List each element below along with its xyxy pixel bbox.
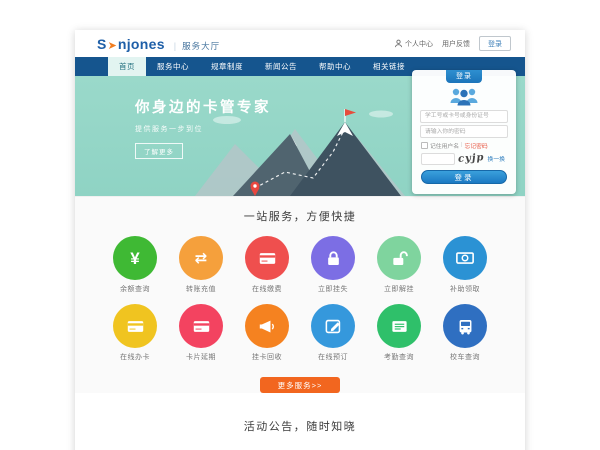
- transfer-arrows-icon: ⇄: [179, 236, 223, 280]
- header-login-button[interactable]: 登录: [479, 36, 511, 51]
- service-item-2[interactable]: 在线缴费: [245, 236, 290, 301]
- header-links: 个人中心 用户反馈 登录: [394, 36, 511, 51]
- attendance-list-icon: [377, 304, 421, 348]
- unlocked-padlock-icon: [377, 236, 421, 280]
- service-label: 考勤查询: [384, 352, 414, 362]
- options-separator: |: [461, 142, 463, 148]
- service-label: 在线预订: [318, 352, 348, 362]
- nav-item-2[interactable]: 规章制度: [200, 57, 254, 76]
- nav-item-0[interactable]: 首页: [108, 57, 146, 76]
- hero-banner: 你身边的卡管专家 提供服务一步到位 了解更多 登录: [75, 76, 525, 196]
- service-label: 挂卡回收: [252, 352, 282, 362]
- service-label: 余额查询: [120, 284, 150, 294]
- announcement-column-1: 使用指南更多>>: [307, 446, 515, 450]
- bank-card-icon: [113, 304, 157, 348]
- services-title: 一站服务，方便快捷: [75, 208, 525, 224]
- personal-center-label: 个人中心: [405, 39, 433, 49]
- service-item-7[interactable]: 卡片延期: [179, 304, 224, 369]
- more-services-button[interactable]: 更多服务>>: [260, 377, 340, 393]
- nav-item-3[interactable]: 新闻公告: [254, 57, 308, 76]
- yen-icon: ¥: [113, 236, 157, 280]
- services-row-2: 在线办卡 卡片延期 挂卡回收 在线预订 考勤查询 校车查询: [75, 304, 525, 369]
- service-item-3[interactable]: 立即挂失: [311, 236, 356, 301]
- captcha-image[interactable]: cyjp: [458, 152, 485, 165]
- services-section: 一站服务，方便快捷 ¥ 余额查询 ⇄ 转账充值 在线缴费 立即挂失 立即解挂 补助领取 在线办…: [75, 196, 525, 393]
- nav-item-5[interactable]: 相关链接: [362, 57, 416, 76]
- header: S➤njones | 服务大厅 个人中心 用户反馈 登录: [75, 30, 525, 57]
- bus-icon: [443, 304, 487, 348]
- padlock-icon: [311, 236, 355, 280]
- login-options: 记住用户名 | 忘记密码: [421, 141, 507, 150]
- nav-item-4[interactable]: 帮助中心: [308, 57, 362, 76]
- announcements-section: 活动公告，随时知晓 使用须知最新公告更多>> 使用指南更多>>: [75, 406, 525, 450]
- announcement-column-0: 使用须知最新公告更多>>: [85, 446, 293, 450]
- services-row-1: ¥ 余额查询 ⇄ 转账充值 在线缴费 立即挂失 立即解挂 补助领取: [75, 236, 525, 301]
- service-item-4[interactable]: 立即解挂: [377, 236, 422, 301]
- username-input[interactable]: [420, 110, 508, 123]
- megaphone-icon: [245, 304, 289, 348]
- captcha-row: cyjp 换一换: [421, 153, 507, 165]
- user-feedback-label: 用户反馈: [442, 39, 470, 49]
- announcement-columns: 使用须知最新公告更多>> 使用指南更多>>: [75, 446, 525, 450]
- logo[interactable]: S➤njones | 服务大厅: [97, 36, 220, 52]
- password-input[interactable]: [420, 125, 508, 138]
- service-item-6[interactable]: 在线办卡: [113, 304, 158, 369]
- personal-center-link[interactable]: 个人中心: [394, 39, 433, 49]
- nav-item-1[interactable]: 服务中心: [146, 57, 200, 76]
- logo-arrow-icon: ➤: [108, 39, 117, 52]
- remember-label: 记住用户名: [430, 141, 459, 150]
- banknote-icon: [443, 236, 487, 280]
- login-panel: 登录 记住用户名 | 忘记密码 cyjp 换一换 登录: [412, 70, 516, 194]
- service-label: 补助领取: [450, 284, 480, 294]
- service-item-10[interactable]: 考勤查询: [377, 304, 422, 369]
- service-label: 校车查询: [450, 352, 480, 362]
- service-item-8[interactable]: 挂卡回收: [245, 304, 290, 369]
- service-item-11[interactable]: 校车查询: [443, 304, 488, 369]
- mountain-illustration: [195, 104, 405, 196]
- service-item-1[interactable]: ⇄ 转账充值: [179, 236, 224, 301]
- announcements-title: 活动公告，随时知晓: [75, 418, 525, 434]
- hero-more-button[interactable]: 了解更多: [135, 143, 183, 159]
- logo-divider: |: [174, 41, 176, 51]
- service-label: 在线缴费: [252, 284, 282, 294]
- forgot-password-link[interactable]: 忘记密码: [465, 141, 488, 150]
- login-tab[interactable]: 登录: [446, 70, 482, 83]
- service-item-0[interactable]: ¥ 余额查询: [113, 236, 158, 301]
- edit-pencil-icon: [311, 304, 355, 348]
- users-group-icon: [446, 86, 482, 107]
- user-feedback-link[interactable]: 用户反馈: [442, 39, 470, 49]
- service-item-5[interactable]: 补助领取: [443, 236, 488, 301]
- service-label: 卡片延期: [186, 352, 216, 362]
- captcha-input[interactable]: [421, 153, 455, 165]
- service-label: 立即挂失: [318, 284, 348, 294]
- bank-card-icon: [179, 304, 223, 348]
- captcha-refresh-link[interactable]: 换一换: [488, 154, 505, 163]
- service-label: 立即解挂: [384, 284, 414, 294]
- logo-text-s: S: [97, 36, 107, 52]
- logo-text-njones: njones: [118, 36, 165, 52]
- service-label: 转账充值: [186, 284, 216, 294]
- user-icon: [394, 39, 403, 48]
- site-title: 服务大厅: [182, 40, 220, 52]
- site-container: S➤njones | 服务大厅 个人中心 用户反馈 登录 首页服务中心规章制度新…: [75, 30, 525, 450]
- bank-card-icon: [245, 236, 289, 280]
- service-label: 在线办卡: [120, 352, 150, 362]
- screenshot-canvas: S➤njones | 服务大厅 个人中心 用户反馈 登录 首页服务中心规章制度新…: [0, 0, 600, 450]
- remember-checkbox[interactable]: [421, 142, 428, 149]
- login-submit-button[interactable]: 登录: [421, 170, 507, 184]
- service-item-9[interactable]: 在线预订: [311, 304, 356, 369]
